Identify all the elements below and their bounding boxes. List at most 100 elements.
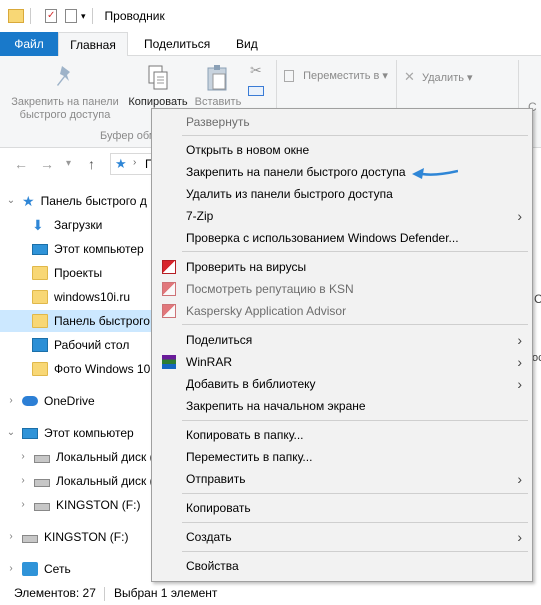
annotation-arrow-icon [412, 168, 458, 179]
menu-label: Создать [186, 530, 232, 544]
nav-network[interactable]: › Сеть [4, 558, 71, 580]
nav-onedrive[interactable]: › OneDrive [4, 390, 94, 412]
nav-label: Этот компьютер [44, 426, 134, 440]
nav-kingston[interactable]: › KINGSTON (F:) [4, 526, 128, 548]
menu-7zip[interactable]: 7-Zip › [152, 205, 532, 227]
menu-label: Kaspersky Application Advisor [186, 304, 347, 318]
expand-chevron-icon[interactable]: › [4, 390, 18, 412]
nav-this-pc[interactable]: ⌄ Этот компьютер [4, 422, 134, 444]
nav-quick-access[interactable]: ⌄ ★ Панель быстрого д [4, 190, 147, 212]
menu-separator [182, 135, 528, 136]
menu-separator [182, 324, 528, 325]
nav-desktop[interactable]: Рабочий стол [32, 334, 129, 356]
nav-label: Загрузки [54, 218, 103, 232]
explorer-folder-icon[interactable] [8, 9, 24, 23]
move-to-icon [284, 70, 294, 83]
move-to-button[interactable]: Переместить в ▾ [284, 70, 394, 83]
new-folder-icon[interactable] [65, 9, 77, 23]
menu-winrar[interactable]: WinRAR › [152, 351, 532, 373]
menu-separator [182, 493, 528, 494]
submenu-arrow-icon: › [517, 376, 522, 392]
nav-this-pc-pinned[interactable]: Этот компьютер [32, 238, 144, 260]
copy-path-icon[interactable] [248, 86, 264, 96]
expand-chevron-icon[interactable]: › [4, 526, 18, 548]
recent-dropdown-icon[interactable]: ▾ [66, 158, 71, 169]
menu-send-to[interactable]: Отправить › [152, 468, 532, 490]
menu-label: Копировать [186, 501, 251, 515]
nav-label: Рабочий стол [54, 338, 130, 352]
nav-label: windows10i.ru [54, 290, 131, 304]
nav-label: Панель быстрого [54, 314, 150, 328]
nav-local-disk-2[interactable]: › Локальный диск ( [16, 470, 154, 492]
copy-button[interactable]: Копировать [127, 64, 189, 109]
pin-quick-access-button[interactable]: Закрепить на панели быстрого доступа [4, 64, 126, 122]
nav-quick-panel-selected[interactable]: Панель быстрого [0, 310, 151, 332]
drive-icon [34, 478, 50, 487]
menu-label: Закрепить на начальном экране [186, 399, 366, 413]
tab-file[interactable]: Файл [0, 32, 58, 56]
tab-home[interactable]: Главная [58, 32, 128, 57]
nav-kingston-sub[interactable]: › KINGSTON (F:) [16, 494, 140, 516]
expand-chevron-icon[interactable]: › [4, 558, 18, 580]
menu-separator [182, 420, 528, 421]
desktop-icon [32, 338, 48, 352]
nav-projects[interactable]: Проекты [32, 262, 102, 284]
qat-dropdown-icon[interactable]: ▾ [81, 11, 86, 22]
menu-pin-quick-access[interactable]: Закрепить на панели быстрого доступа [152, 161, 532, 183]
menu-expand[interactable]: Развернуть [152, 111, 532, 133]
menu-label: Посмотреть репутацию в KSN [186, 282, 354, 296]
collapse-chevron-icon[interactable]: ⌄ [4, 422, 18, 444]
submenu-arrow-icon: › [517, 332, 522, 348]
nav-label: KINGSTON (F:) [44, 530, 129, 544]
properties-check-icon[interactable]: ✓ [45, 9, 57, 23]
menu-scan-virus[interactable]: Проверить на вирусы [152, 256, 532, 278]
move-to-label: Переместить в [303, 70, 380, 82]
content-fragment-a: С [534, 292, 541, 306]
clipboard-group-label: Буфер обм [100, 130, 157, 142]
up-arrow-icon[interactable]: ↑ [88, 156, 95, 172]
window-title: Проводник [104, 9, 165, 23]
nav-label: Локальный диск ( [56, 474, 154, 488]
menu-ksn[interactable]: Посмотреть репутацию в KSN [152, 278, 532, 300]
expand-chevron-icon[interactable]: › [16, 446, 30, 468]
menu-label: Проверить на вирусы [186, 260, 307, 274]
menu-add-library[interactable]: Добавить в библиотеку › [152, 373, 532, 395]
menu-pin-start[interactable]: Закрепить на начальном экране [152, 395, 532, 417]
delete-button[interactable]: ✕ Удалить ▾ [404, 70, 494, 85]
context-menu: Развернуть Открыть в новом окне Закрепит… [151, 108, 533, 582]
back-arrow-icon[interactable]: ← [14, 156, 28, 172]
breadcrumb-chevron-icon[interactable]: › [133, 157, 136, 168]
cut-icon[interactable]: ✂ [250, 62, 262, 79]
nav-windows10i[interactable]: windows10i.ru [32, 286, 130, 308]
usb-drive-icon [22, 534, 38, 543]
menu-label: Проверка с использованием Windows Defend… [186, 231, 459, 245]
kaspersky-icon [162, 282, 176, 296]
nav-downloads[interactable]: ⬇ Загрузки [32, 214, 102, 236]
menu-copy[interactable]: Копировать [152, 497, 532, 519]
menu-move-to[interactable]: Переместить в папку... [152, 446, 532, 468]
menu-create[interactable]: Создать › [152, 526, 532, 548]
menu-properties[interactable]: Свойства [152, 555, 532, 577]
kaspersky-icon [162, 260, 176, 274]
computer-icon [22, 427, 38, 439]
paste-button[interactable]: Вставить [190, 64, 246, 109]
qat-separator [30, 8, 31, 24]
menu-defender[interactable]: Проверка с использованием Windows Defend… [152, 227, 532, 249]
selected-count: Выбран 1 элемент [114, 586, 218, 600]
expand-chevron-icon[interactable]: › [16, 470, 30, 492]
forward-arrow-icon[interactable]: → [40, 156, 54, 172]
status-bar: Элементов: 27 Выбран 1 элемент [0, 582, 541, 605]
collapse-chevron-icon[interactable]: ⌄ [4, 190, 18, 212]
clipboard-icon [207, 65, 227, 91]
expand-chevron-icon[interactable]: › [16, 494, 30, 516]
menu-share[interactable]: Поделиться › [152, 329, 532, 351]
nav-photos[interactable]: Фото Windows 10 [32, 358, 150, 380]
tab-view[interactable]: Вид [222, 32, 272, 56]
menu-remove-quick-access[interactable]: Удалить из панели быстрого доступа [152, 183, 532, 205]
menu-copy-to[interactable]: Копировать в папку... [152, 424, 532, 446]
nav-local-disk-1[interactable]: › Локальный диск ( [16, 446, 153, 468]
menu-kaspersky-advisor[interactable]: Kaspersky Application Advisor [152, 300, 532, 322]
tab-share[interactable]: Поделиться [130, 32, 224, 56]
nav-label: KINGSTON (F:) [56, 498, 141, 512]
menu-open-new-window[interactable]: Открыть в новом окне [152, 139, 532, 161]
